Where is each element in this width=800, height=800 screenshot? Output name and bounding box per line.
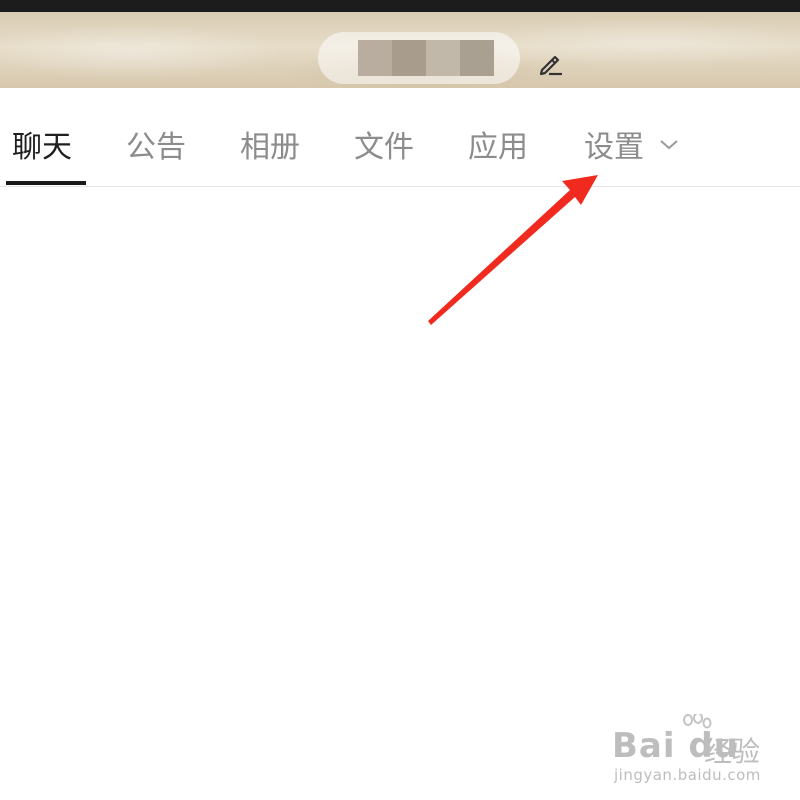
- active-tab-indicator: [6, 181, 86, 185]
- tab-album[interactable]: 相册: [240, 128, 300, 168]
- tab-files[interactable]: 文件: [354, 128, 414, 168]
- window-top-edge: [0, 0, 800, 12]
- baidu-jingyan-watermark: Bai du 经验 jingyan.baidu.com: [612, 712, 772, 790]
- watermark-url: jingyan.baidu.com: [614, 766, 761, 784]
- watermark-cn: 经验: [704, 735, 761, 768]
- redaction-block: [358, 40, 392, 76]
- tab-settings[interactable]: 设置: [584, 128, 644, 168]
- tab-chat[interactable]: 聊天: [12, 128, 72, 168]
- redaction-block: [392, 40, 426, 76]
- redaction-block: [426, 40, 460, 76]
- chevron-down-icon[interactable]: [658, 138, 680, 152]
- group-header-banner: [0, 12, 800, 88]
- group-tab-bar: 聊天 公告 相册 文件 应用 设置: [0, 88, 800, 187]
- pencil-icon[interactable]: [536, 48, 566, 78]
- group-name-redacted[interactable]: [318, 32, 520, 84]
- redaction-block: [460, 40, 494, 76]
- tab-apps[interactable]: 应用: [468, 128, 528, 168]
- tab-announcement[interactable]: 公告: [126, 128, 186, 168]
